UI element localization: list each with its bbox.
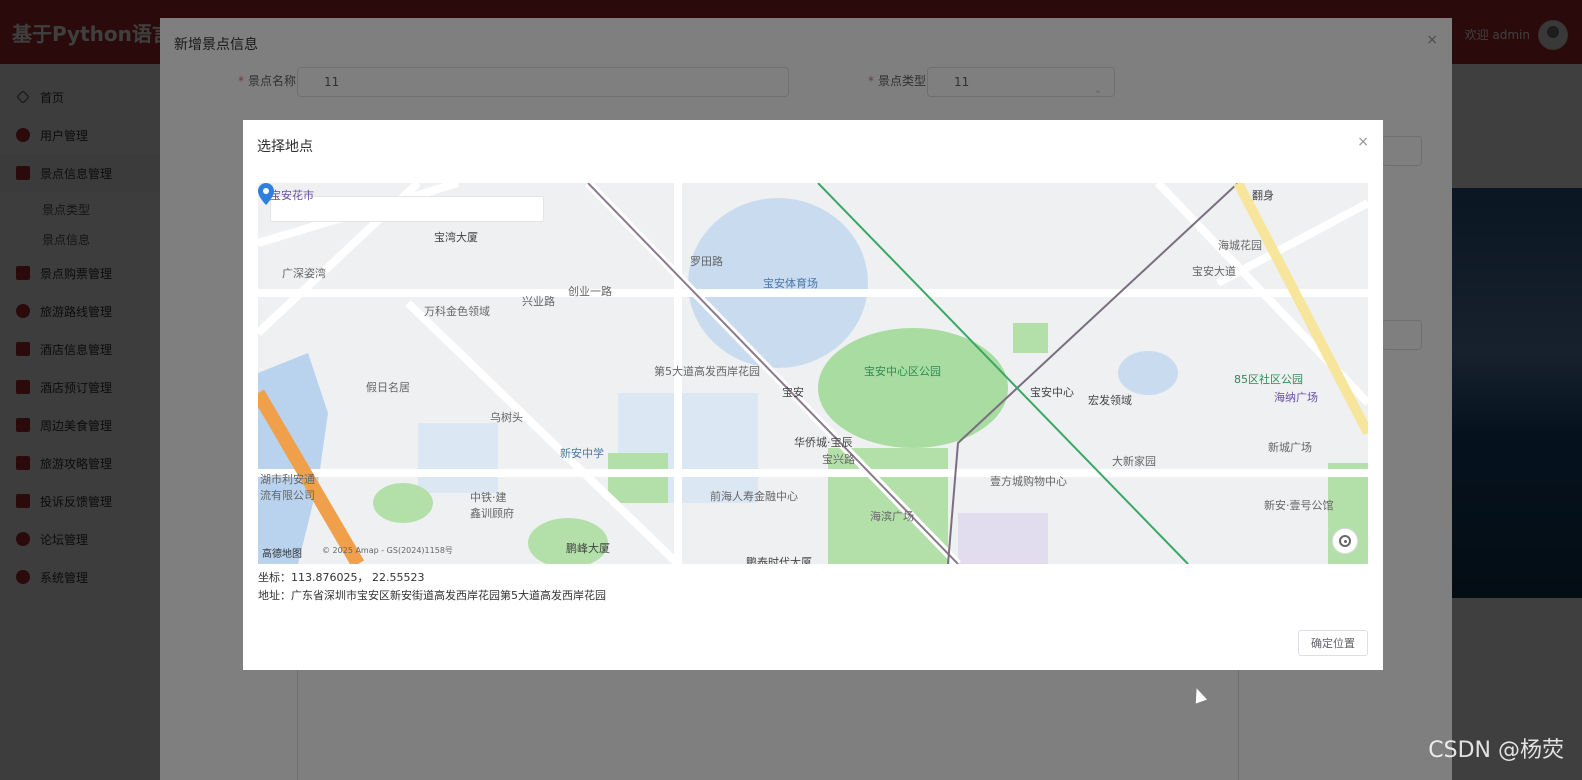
map-label: 乌树头 xyxy=(490,411,523,424)
coordinates-line: 坐标：113.876025， 22.55523 xyxy=(258,569,424,585)
map-label: 海纳广场 xyxy=(1274,391,1318,404)
map-label: 翻身 xyxy=(1252,189,1274,202)
confirm-location-button[interactable]: 确定位置 xyxy=(1298,630,1368,656)
map-label: 海城花园 xyxy=(1218,239,1262,252)
map-label: 新安中学 xyxy=(560,447,604,460)
locate-icon[interactable] xyxy=(1332,528,1358,554)
map-label: 宝湾大厦 xyxy=(434,231,478,244)
coordinates-value: 113.876025， 22.55523 xyxy=(291,571,425,584)
map-label: 宝安体育场 xyxy=(763,277,818,290)
map-copyright: © 2025 Amap - GS(2024)1158号 xyxy=(322,546,453,555)
map-label: 宝安大道 xyxy=(1192,265,1236,278)
address-label: 地址： xyxy=(258,589,291,602)
map-label: 第5大道高发西岸花园 xyxy=(654,365,760,378)
dialog-title: 选择地点 xyxy=(257,139,313,155)
map-label: 鹏泰时代大厦 xyxy=(746,556,812,564)
watermark: CSDN @杨荧 xyxy=(1428,738,1564,763)
map-label: 85区社区公园 xyxy=(1234,373,1303,386)
address-line: 地址：广东省深圳市宝安区新安街道高发西岸花园第5大道高发西岸花园 xyxy=(258,587,606,603)
map-label: 壹方城购物中心 xyxy=(990,475,1067,488)
map-label: 华侨城·宝辰 xyxy=(794,436,853,449)
address-value: 广东省深圳市宝安区新安街道高发西岸花园第5大道高发西岸花园 xyxy=(291,589,606,602)
map-label: 宝安花市 xyxy=(270,189,314,202)
map-label: 广深姿湾 xyxy=(282,267,326,280)
close-icon[interactable]: × xyxy=(1357,134,1369,150)
coordinates-label: 坐标： xyxy=(258,571,291,584)
map-label: 海滨广场 xyxy=(870,510,914,523)
map-label: 鹏峰大厦 xyxy=(566,542,610,555)
map-label: 罗田路 xyxy=(690,255,723,268)
map-label: 万科金色领域 xyxy=(424,305,490,318)
map-label: 新安·壹号公馆 xyxy=(1264,499,1334,512)
choose-location-dialog: 选择地点 × 宝安花市 宝湾大厦 广深姿湾 万科金色领域 兴业路 创业一路 宝安… xyxy=(243,120,1383,670)
map-label: 宝安中心 xyxy=(1030,386,1074,399)
map-label: 宝安中心区公园 xyxy=(864,365,941,378)
map-label: 大新家园 xyxy=(1112,455,1156,468)
map-label: 宝兴路 xyxy=(822,453,855,466)
map-label: 创业一路 xyxy=(568,285,612,298)
map-label: 中铁·建 鑫训顾府 xyxy=(470,491,514,520)
map-label: 前海人寿金融中心 xyxy=(710,490,798,503)
map-label: 宏发领域 xyxy=(1088,394,1132,407)
map-label: 新城广场 xyxy=(1268,441,1312,454)
map-logo: 高德地图 xyxy=(262,549,302,560)
map-graphics xyxy=(258,183,1368,564)
map-label: 兴业路 xyxy=(522,295,555,308)
map-view[interactable]: 宝安花市 宝湾大厦 广深姿湾 万科金色领域 兴业路 创业一路 宝安体育场 罗田路… xyxy=(258,183,1368,564)
location-pin-icon[interactable] xyxy=(258,183,274,205)
map-label: 湖市利安通 流有限公司 xyxy=(260,473,315,502)
map-label: 假日名居 xyxy=(366,381,410,394)
map-label: 宝安 xyxy=(782,386,804,399)
